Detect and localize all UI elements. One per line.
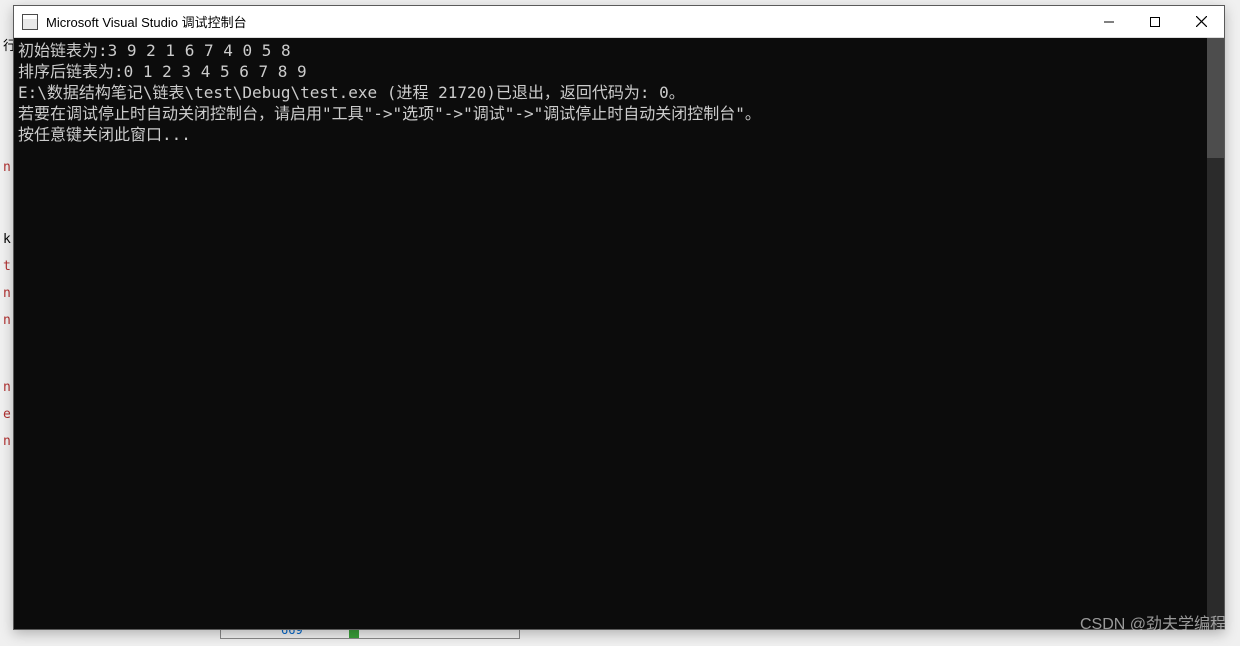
bg-editor-text: t bbox=[3, 259, 11, 274]
vertical-scrollbar[interactable] bbox=[1207, 38, 1224, 629]
console-line: 初始链表为:3 9 2 1 6 7 4 0 5 8 bbox=[18, 40, 1220, 61]
console-line: E:\数据结构笔记\链表\test\Debug\test.exe (进程 217… bbox=[18, 82, 1220, 103]
window-title: Microsoft Visual Studio 调试控制台 bbox=[46, 12, 1086, 31]
bg-editor-text: k bbox=[3, 232, 11, 247]
console-window: Microsoft Visual Studio 调试控制台 初始链表为:3 9 … bbox=[13, 5, 1225, 630]
app-icon bbox=[22, 14, 38, 30]
bg-editor-text: e bbox=[3, 407, 11, 422]
console-line: 排序后链表为:0 1 2 3 4 5 6 7 8 9 bbox=[18, 61, 1220, 82]
minimize-icon bbox=[1104, 17, 1114, 27]
maximize-icon bbox=[1150, 17, 1160, 27]
console-line: 按任意键关闭此窗口... bbox=[18, 124, 1220, 145]
bg-editor-text: n bbox=[3, 160, 11, 175]
close-icon bbox=[1196, 16, 1207, 27]
bg-editor-text: n bbox=[3, 313, 11, 328]
titlebar[interactable]: Microsoft Visual Studio 调试控制台 bbox=[14, 6, 1224, 38]
bg-editor-text: n bbox=[3, 380, 11, 395]
close-button[interactable] bbox=[1178, 6, 1224, 37]
console-output[interactable]: 初始链表为:3 9 2 1 6 7 4 0 5 8排序后链表为:0 1 2 3 … bbox=[14, 38, 1224, 629]
minimize-button[interactable] bbox=[1086, 6, 1132, 37]
maximize-button[interactable] bbox=[1132, 6, 1178, 37]
window-controls bbox=[1086, 6, 1224, 37]
bg-editor-text: n bbox=[3, 286, 11, 301]
bg-editor-text: n bbox=[3, 434, 11, 449]
scrollbar-thumb[interactable] bbox=[1207, 38, 1224, 158]
console-line: 若要在调试停止时自动关闭控制台，请启用"工具"->"选项"->"调试"->"调试… bbox=[18, 103, 1220, 124]
